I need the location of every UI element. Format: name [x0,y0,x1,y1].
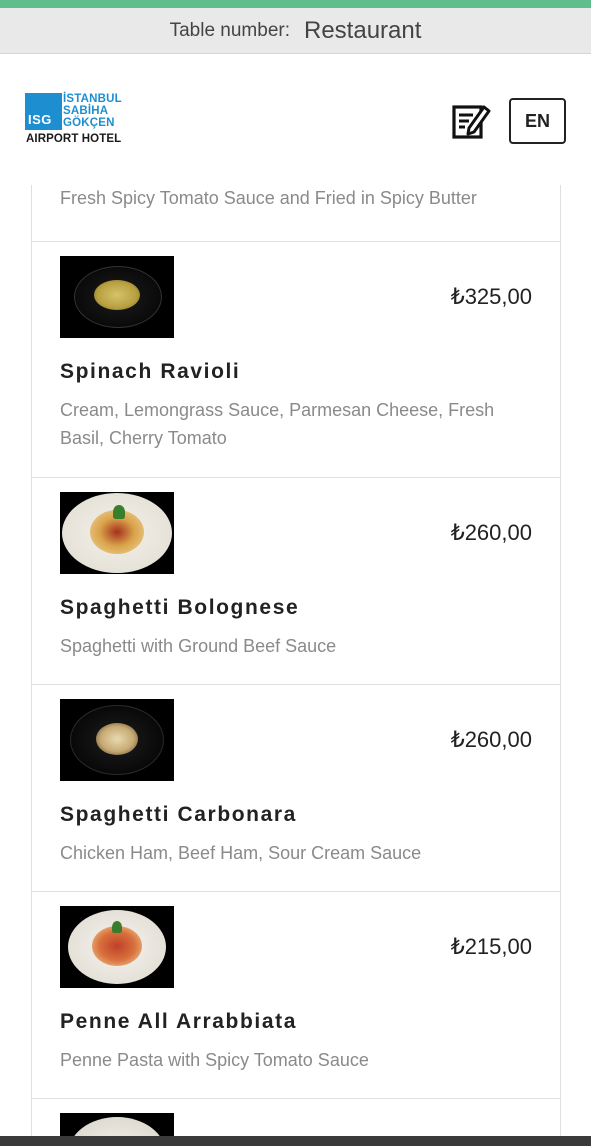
menu-item[interactable]: ₺325,00 Spinach Ravioli Cream, Lemongras… [32,242,560,478]
logo-line: SABİHA [63,105,109,117]
menu-item-name: Penne All Arrabbiata [60,1010,297,1033]
menu-item[interactable]: ₺260,00 Spaghetti Carbonara Chicken Ham,… [32,685,560,892]
menu-item-name: Spinach Ravioli [60,360,241,383]
menu-item-description: Penne Pasta with Spicy Tomato Sauce [60,1050,369,1070]
bottom-bar [0,1136,591,1146]
menu-item[interactable]: ₺260,00 Spaghetti Bolognese Spaghetti wi… [32,478,560,685]
menu-item-name: Spaghetti Bolognese [60,596,300,619]
logo-line: GÖKÇEN [63,117,115,129]
menu-item-description: Spaghetti with Ground Beef Sauce [60,636,337,656]
menu-item-photo [60,906,174,988]
menu-item-description: Fresh Spicy Tomato Sauce and Fried in Sp… [32,185,560,242]
table-number-label: Table number: [169,19,290,41]
menu-item-photo [60,256,174,338]
menu-item-price: ₺325,00 [450,284,532,309]
logo-mark: ISG [25,93,62,130]
order-notes-button[interactable] [450,100,492,142]
menu-item-description: Chicken Ham, Beef Ham, Sour Cream Sauce [60,843,422,863]
logo-wordmark: İSTANBUL SABİHA GÖKÇEN [63,93,122,129]
hotel-logo[interactable]: ISG İSTANBUL SABİHA GÖKÇEN AIRPORT HOTEL [25,93,137,149]
menu-item-description: Cream, Lemongrass Sauce, Parmesan Cheese… [60,400,495,448]
menu-item-price: ₺260,00 [450,727,532,752]
header: ISG İSTANBUL SABİHA GÖKÇEN AIRPORT HOTEL… [0,55,591,185]
top-accent-bar [0,0,591,8]
menu-item-price: ₺260,00 [450,520,532,545]
logo-mark-text: ISG [28,112,52,127]
menu-item-photo [60,492,174,574]
table-number-bar: Table number: Restaurant [0,8,591,54]
logo-line: İSTANBUL [63,93,122,105]
menu-item-photo [60,699,174,781]
logo-subtitle: AIRPORT HOTEL [26,133,122,145]
table-number-value: Restaurant [304,16,422,44]
menu-item[interactable]: ₺215,00 Penne All Arrabbiata Penne Pasta… [32,892,560,1099]
edit-note-icon [452,105,491,139]
menu-item-price: ₺215,00 [450,934,532,959]
menu-item-name: Spaghetti Carbonara [60,803,297,826]
menu-list: Fresh Spicy Tomato Sauce and Fried in Sp… [31,185,561,1146]
language-button[interactable]: EN [509,98,566,144]
